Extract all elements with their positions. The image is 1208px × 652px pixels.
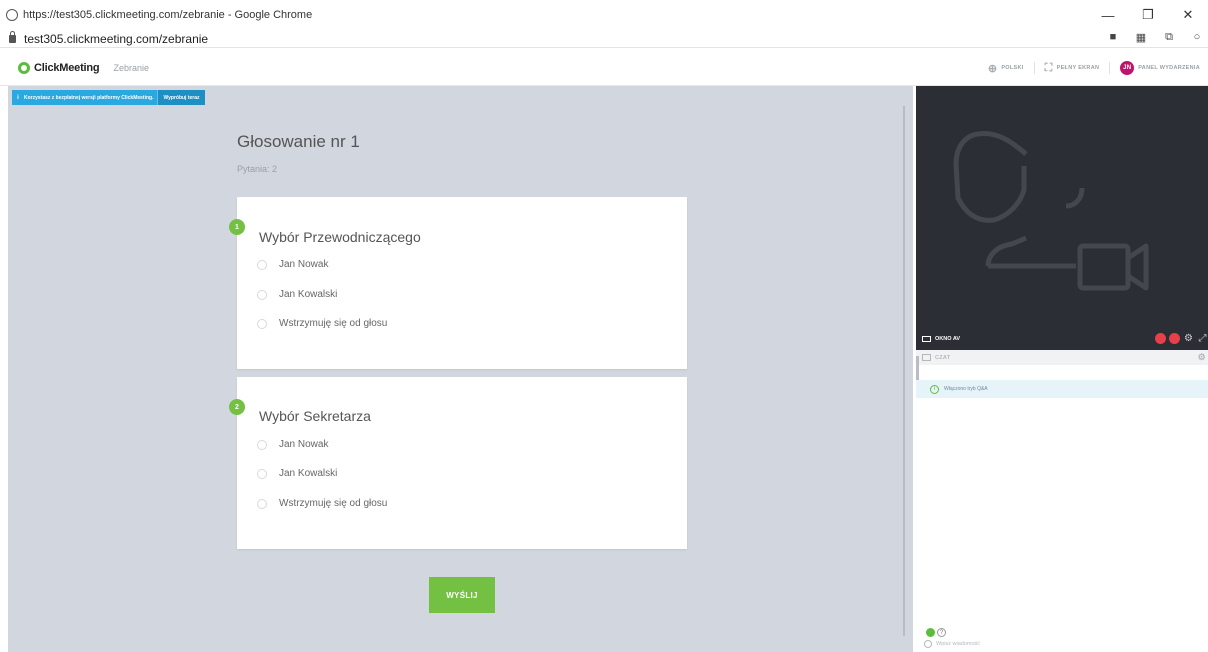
chat-header: CZAT ⚙ [916,350,1208,365]
globe-icon: ⊕ [987,62,998,75]
side-panel: OKNO AV ⚙ ⤢ CZAT ⚙ i Włączono tryb Q&A ?… [916,86,1208,652]
option-radio[interactable]: Jan Nowak [257,439,328,450]
expand-icon[interactable]: ⤢ [1197,333,1208,344]
globe-icon [6,9,18,21]
poll-question-count: Pytania: 2 [237,164,278,174]
divider [1109,62,1111,74]
chat-icon [922,354,931,361]
chat-tools: ? [926,628,946,637]
user-camera-placeholder-icon [953,130,1149,291]
minimize-button[interactable]: — [1088,0,1128,30]
chat-settings-icon[interactable]: ⚙ [1198,352,1206,363]
radio-button[interactable] [257,439,267,450]
radio-button[interactable] [257,259,267,270]
fullscreen-label: PEŁNY EKRAN [1056,65,1100,71]
language-label: POLSKI [1001,65,1024,71]
option-label: Wstrzymuję się od głosu [279,498,388,509]
try-now-button[interactable]: Wypróbuj teraz [157,90,205,105]
qr-code-icon[interactable]: ▦ [1134,31,1148,44]
brand-name: ClickMeeting [34,61,100,74]
option-radio[interactable]: Wstrzymuję się od głosu [257,498,387,509]
camera-off-button[interactable] [1155,333,1166,344]
info-icon: i [930,384,939,394]
fullscreen-button[interactable]: ⛶ PEŁNY EKRAN [1045,62,1100,75]
option-radio[interactable]: Jan Kowalski [257,289,337,300]
question-icon[interactable]: ? [937,628,946,637]
av-window-title: OKNO AV [935,336,961,342]
option-label: Wstrzymuję się od głosu [279,318,388,329]
language-button[interactable]: ⊕ POLSKI [988,62,1024,75]
info-icon: i [17,94,19,101]
panel-resize-handle[interactable] [903,106,905,636]
restore-button[interactable]: ❐ [1128,0,1168,30]
poll-area: i Korzystasz z bezpłatnej wersji platfor… [8,86,913,652]
question-text: Wybór Przewodniczącego [259,229,421,245]
app-header: ClickMeeting Zebranie ⊕ POLSKI ⛶ PEŁNY E… [0,50,1208,86]
event-panel-button[interactable]: JN PANEL WYDARZENIA [1120,61,1200,75]
radio-button[interactable] [257,468,267,479]
option-radio[interactable]: Jan Kowalski [257,468,337,479]
close-button[interactable]: ✕ [1168,0,1208,30]
zoom-icon[interactable]: ○ [1190,31,1204,44]
divider [1033,62,1035,74]
url-text[interactable]: test305.clickmeeting.com/zebranie [24,32,208,46]
notice-text: Korzystasz z bezpłatnej wersji platformy… [24,94,154,101]
option-radio[interactable]: Jan Nowak [257,259,328,270]
chat-title: CZAT [935,354,951,361]
logo-icon [18,61,30,74]
av-window-label: OKNO AV [922,336,960,342]
question-card: 1 Wybór Przewodniczącego Jan Nowak Jan K… [229,197,687,369]
question-text: Wybór Sekretarza [259,408,371,424]
header-actions: ⊕ POLSKI ⛶ PEŁNY EKRAN JN PANEL WYDARZEN… [988,50,1200,86]
camera-icon[interactable]: ■ [1106,31,1120,44]
free-version-notice: i Korzystasz z bezpłatnej wersji platfor… [12,90,205,105]
submit-button[interactable]: WYŚLIJ [429,577,495,613]
option-label: Jan Kowalski [279,289,338,300]
mic-off-button[interactable] [1169,333,1180,344]
avatar: JN [1120,61,1135,75]
radio-button[interactable] [257,498,267,509]
emoji-icon[interactable] [924,640,932,648]
question-card: 2 Wybór Sekretarza Jan Nowak Jan Kowalsk… [229,377,687,549]
fullscreen-icon: ⛶ [1044,61,1053,74]
lock-icon [9,30,16,43]
event-panel-label: PANEL WYDARZENIA [1138,65,1200,71]
window-title: https://test305.clickmeeting.com/zebrani… [23,9,313,21]
chat-info-text: Włączono tryb Q&A [944,386,988,392]
clickmeeting-logo: ClickMeeting [18,61,100,74]
option-label: Jan Nowak [279,259,329,270]
option-label: Jan Kowalski [279,468,338,479]
browser-title-bar: https://test305.clickmeeting.com/zebrani… [0,0,1208,30]
option-label: Jan Nowak [279,439,329,450]
av-window: OKNO AV ⚙ ⤢ [916,86,1208,350]
chat-input-placeholder: Wpisz wiadomość [936,641,981,647]
radio-button[interactable] [257,318,267,329]
question-number: 1 [229,219,245,235]
window-controls: — ❐ ✕ [1088,0,1208,30]
translate-icon[interactable]: ⧉ [1162,31,1176,44]
camera-icon [922,336,931,342]
room-name: Zebranie [113,62,149,73]
address-bar[interactable]: test305.clickmeeting.com/zebranie ■ ▦ ⧉ … [0,30,1208,48]
option-radio[interactable]: Wstrzymuję się od głosu [257,318,387,329]
poll-title: Głosowanie nr 1 [237,132,360,151]
address-bar-icons: ■ ▦ ⧉ ○ [1106,31,1204,44]
settings-icon[interactable]: ⚙ [1183,333,1194,344]
radio-button[interactable] [257,289,267,300]
question-number: 2 [229,399,245,415]
chat-info-message: i Włączono tryb Q&A [916,380,1208,398]
chat-mode-icon[interactable] [926,628,935,637]
av-controls: ⚙ ⤢ [1155,333,1208,344]
chat-message-input[interactable]: Wpisz wiadomość [924,640,980,648]
